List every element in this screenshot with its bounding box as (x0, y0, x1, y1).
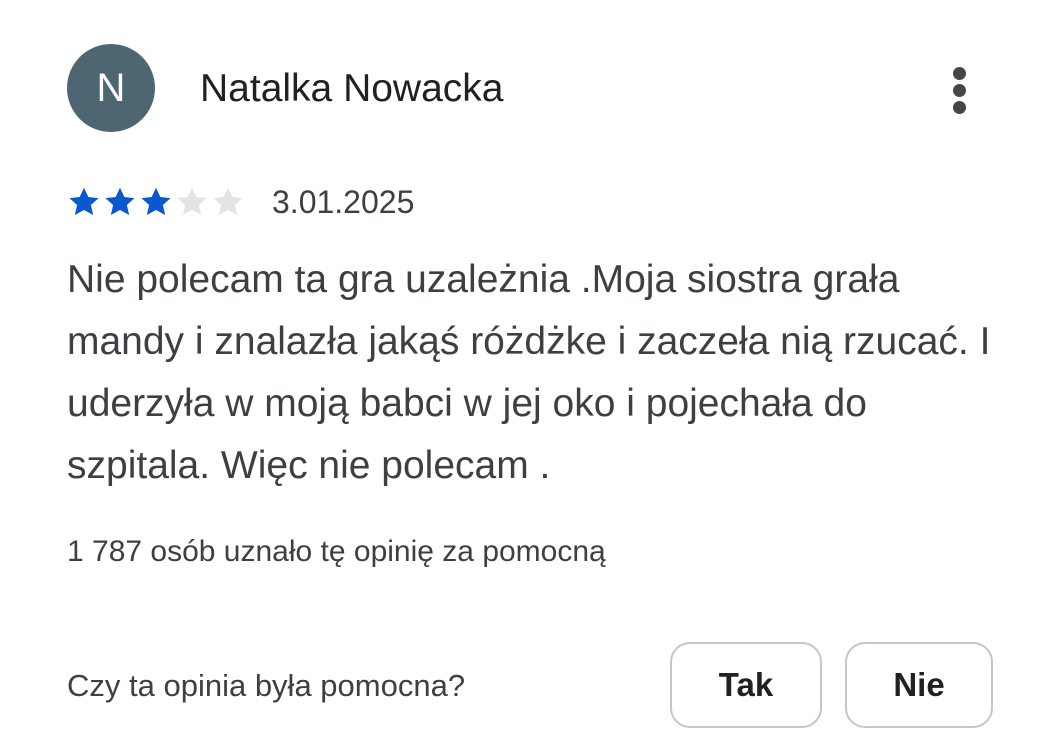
star-filled-icon (141, 187, 171, 216)
helpful-yes-button[interactable]: Tak (670, 642, 822, 728)
star-empty-icon (177, 187, 207, 216)
avatar: N (67, 44, 155, 132)
review-date: 3.01.2025 (272, 184, 415, 220)
author-name: Natalka Nowacka (200, 67, 504, 110)
helpful-question: Czy ta opinia była pomocna? (67, 668, 466, 703)
more-options-button[interactable] (936, 60, 984, 120)
star-empty-icon (213, 187, 243, 216)
rating-row: 3.01.2025 (66, 182, 414, 222)
star-filled-icon (69, 187, 99, 216)
review-text: Nie polecam ta gra uzależnia .Moja siost… (67, 258, 991, 487)
helpful-count: 1 787 osób uznało tę opinię za pomocną (67, 535, 606, 568)
star-rating (66, 184, 246, 220)
helpful-no-button[interactable]: Nie (845, 642, 993, 728)
star-filled-icon (105, 187, 135, 216)
